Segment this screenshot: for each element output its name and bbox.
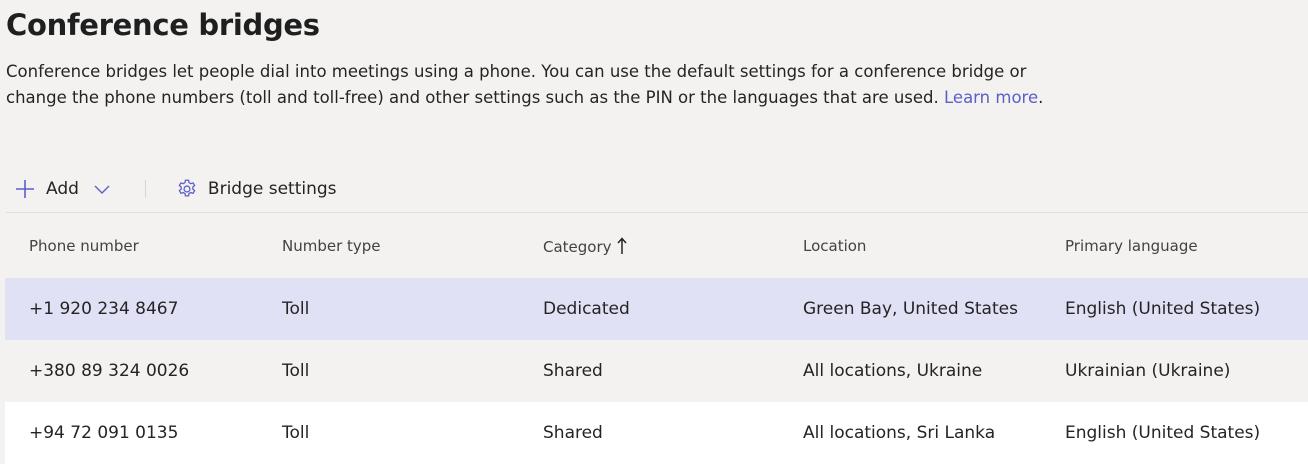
table-header: Phone number Number type Category Locati… <box>5 214 1308 278</box>
description-period: . <box>1038 88 1044 107</box>
gear-icon <box>178 179 196 197</box>
add-label: Add <box>46 179 79 199</box>
chevron-down-icon[interactable] <box>93 180 111 198</box>
table-row[interactable]: +1 920 234 8467 Toll Dedicated Green Bay… <box>5 278 1308 340</box>
cell-phone-number: +1 920 234 8467 <box>29 299 179 319</box>
column-header-category-label: Category <box>543 237 612 256</box>
cell-location: All locations, Sri Lanka <box>803 423 996 443</box>
cell-primary-language: English (United States) <box>1065 299 1261 319</box>
column-header-primary-language[interactable]: Primary language <box>1065 237 1198 255</box>
cell-number-type: Toll <box>282 361 310 381</box>
cell-primary-language: Ukrainian (Ukraine) <box>1065 361 1231 381</box>
bridge-settings-button[interactable]: Bridge settings <box>176 170 337 208</box>
column-header-location[interactable]: Location <box>803 237 866 255</box>
page-title: Conference bridges <box>6 8 320 42</box>
toolbar-divider <box>144 180 146 198</box>
toolbar: Add Bridge settings <box>6 170 606 208</box>
bridges-table: Phone number Number type Category Locati… <box>5 214 1308 464</box>
cell-category: Shared <box>543 361 603 381</box>
plus-icon <box>16 180 34 198</box>
cell-category: Shared <box>543 423 603 443</box>
cell-location: Green Bay, United States <box>803 299 1018 319</box>
description-text: Conference bridges let people dial into … <box>6 62 1027 107</box>
cell-location: All locations, Ukraine <box>803 361 983 381</box>
table-row[interactable]: +380 89 324 0026 Toll Shared All locatio… <box>5 340 1308 402</box>
column-header-number-type[interactable]: Number type <box>282 237 381 255</box>
cell-phone-number: +380 89 324 0026 <box>29 361 190 381</box>
cell-number-type: Toll <box>282 423 310 443</box>
toolbar-divider-line <box>6 212 1308 213</box>
add-button[interactable]: Add <box>6 170 111 208</box>
column-header-phone-number[interactable]: Phone number <box>29 237 139 255</box>
cell-primary-language: English (United States) <box>1065 423 1261 443</box>
table-row[interactable]: +94 72 091 0135 Toll Shared All location… <box>5 402 1308 464</box>
column-header-category[interactable]: Category <box>543 236 628 256</box>
bridge-settings-label: Bridge settings <box>207 179 337 199</box>
learn-more-link[interactable]: Learn more <box>944 88 1038 107</box>
page-description: Conference bridges let people dial into … <box>6 59 1056 111</box>
sort-ascending-icon <box>616 236 627 254</box>
cell-category: Dedicated <box>543 299 630 319</box>
cell-phone-number: +94 72 091 0135 <box>29 423 179 443</box>
cell-number-type: Toll <box>282 299 310 319</box>
